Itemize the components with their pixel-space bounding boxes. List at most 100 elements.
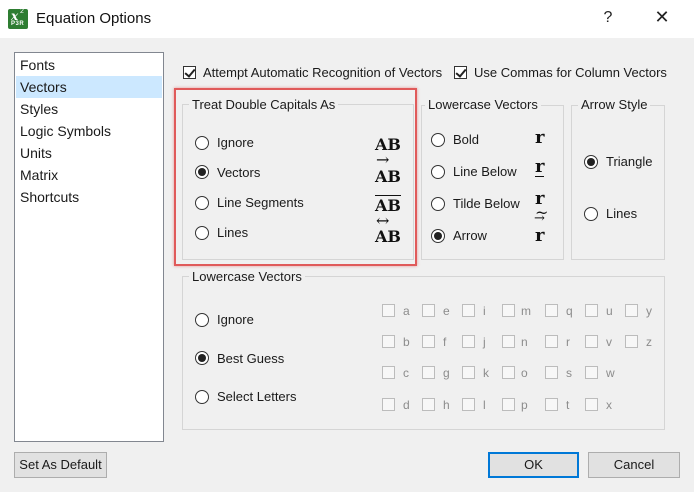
lowercase-arrow-radio[interactable] [431,229,445,243]
letter-o-label: o [521,366,528,380]
lowercase-style-title: Lowercase Vectors [425,97,541,112]
nav-item-units[interactable]: Units [16,142,162,164]
letter-q-checkbox[interactable] [545,304,558,317]
arrow-style-group [571,105,665,260]
letter-q-label: q [566,304,573,318]
arrow-style-lines-label: Lines [606,206,638,221]
letter-m-label: m [521,304,531,318]
letter-v-label: v [606,335,612,349]
letters-select-letters-label: Select Letters [217,389,297,404]
letter-z-checkbox[interactable] [625,335,638,348]
letter-e-checkbox[interactable] [422,304,435,317]
letter-y-label: y [646,304,652,318]
cancel-button[interactable]: Cancel [588,452,680,478]
set-as-default-button[interactable]: Set As Default [14,452,107,478]
lowercase-letters-title: Lowercase Vectors [189,269,305,284]
help-button[interactable]: ? [598,9,618,29]
letter-l-label: l [483,398,486,412]
letter-g-checkbox[interactable] [422,366,435,379]
letter-p-checkbox[interactable] [502,398,515,411]
arrow-style-triangle-label: Triangle [606,154,653,169]
arrow-over-r-icon: → [534,211,545,226]
lowercase-bold-label: Bold [453,132,480,147]
letters-ignore-label: Ignore [217,312,254,327]
arrow-style-title: Arrow Style [578,97,651,112]
lowercase-tilde-below-label: Tilde Below [453,196,520,211]
lowercase-line-below-label: Line Below [453,164,517,179]
letter-h-checkbox[interactable] [422,398,435,411]
nav-item-fonts[interactable]: Fonts [16,54,162,76]
lowercase-line-below-radio[interactable] [431,165,445,179]
window-title: Equation Options [36,10,152,27]
letter-e-label: e [443,304,450,318]
letters-select-letters-radio[interactable] [195,390,209,404]
letter-j-checkbox[interactable] [462,335,475,348]
letter-n-checkbox[interactable] [502,335,515,348]
letter-x-checkbox[interactable] [585,398,598,411]
auto-recognize-checkbox[interactable] [183,66,196,79]
letters-best-guess-radio[interactable] [195,351,209,365]
letter-n-label: n [521,335,528,349]
letter-b-checkbox[interactable] [382,335,395,348]
letter-r-label: r [566,335,570,349]
letter-p-label: p [521,398,528,412]
letter-f-checkbox[interactable] [422,335,435,348]
use-commas-checkbox[interactable] [454,66,467,79]
letter-i-label: i [483,304,486,318]
letter-u-label: u [606,304,613,318]
lowercase-tilde-below-radio[interactable] [431,197,445,211]
notation-r-arrow: r [535,225,545,246]
letter-k-checkbox[interactable] [462,366,475,379]
letter-x-label: x [606,398,612,412]
nav-item-styles[interactable]: Styles [16,98,162,120]
letter-d-label: d [403,398,410,412]
letter-y-checkbox[interactable] [625,304,638,317]
letter-s-checkbox[interactable] [545,366,558,379]
notation-r-underline: r [535,156,545,177]
app-icon: x 2 P3R [8,8,28,29]
highlight-box [174,88,417,266]
letter-t-checkbox[interactable] [545,398,558,411]
letter-k-label: k [483,366,489,380]
letter-z-label: z [646,335,652,349]
letter-i-checkbox[interactable] [462,304,475,317]
letters-ignore-radio[interactable] [195,313,209,327]
category-list[interactable]: Fonts Vectors Styles Logic Symbols Units… [14,52,164,442]
letter-u-checkbox[interactable] [585,304,598,317]
letter-b-label: b [403,335,410,349]
letter-l-checkbox[interactable] [462,398,475,411]
ok-button[interactable]: OK [488,452,579,478]
notation-r-bold: r [535,127,545,148]
letter-a-checkbox[interactable] [382,304,395,317]
nav-item-matrix[interactable]: Matrix [16,164,162,186]
letters-best-guess-label: Best Guess [217,351,285,366]
letter-v-checkbox[interactable] [585,335,598,348]
auto-recognize-label: Attempt Automatic Recognition of Vectors [203,65,443,80]
letter-h-label: h [443,398,450,412]
nav-item-shortcuts[interactable]: Shortcuts [16,186,162,208]
arrow-style-triangle-radio[interactable] [584,155,598,169]
letter-d-checkbox[interactable] [382,398,395,411]
letter-s-label: s [566,366,572,380]
nav-item-vectors[interactable]: Vectors [16,76,162,98]
app-icon-label: P3R [11,21,25,27]
letter-o-checkbox[interactable] [502,366,515,379]
lowercase-bold-radio[interactable] [431,133,445,147]
letter-j-label: j [483,335,486,349]
close-icon[interactable]: ✕ [652,7,672,29]
letter-a-label: a [403,304,410,318]
letter-g-label: g [443,366,450,380]
nav-item-logic-symbols[interactable]: Logic Symbols [16,120,162,142]
letter-f-label: f [443,335,447,349]
lowercase-arrow-label: Arrow [453,228,487,243]
letter-m-checkbox[interactable] [502,304,515,317]
letter-t-label: t [566,398,570,412]
letter-c-label: c [403,366,409,380]
arrow-style-lines-radio[interactable] [584,207,598,221]
app-icon-sup: 2 [20,8,24,15]
letter-c-checkbox[interactable] [382,366,395,379]
use-commas-label: Use Commas for Column Vectors [474,65,667,80]
letter-w-checkbox[interactable] [585,366,598,379]
letter-w-label: w [606,366,615,380]
letter-r-checkbox[interactable] [545,335,558,348]
